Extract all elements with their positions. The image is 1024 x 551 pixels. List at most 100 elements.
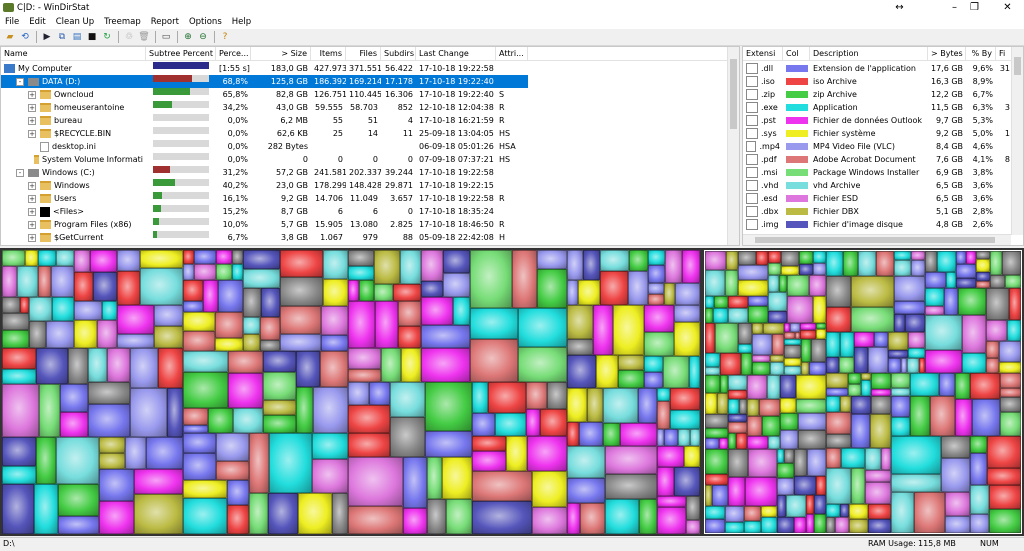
treemap-tile[interactable] — [759, 399, 780, 416]
treemap-tile[interactable] — [705, 519, 725, 533]
expand-icon[interactable]: + — [28, 181, 36, 190]
treemap-tile[interactable] — [567, 388, 587, 422]
treemap-tile[interactable] — [25, 250, 38, 266]
col-description[interactable]: Description — [810, 47, 928, 61]
treemap-tile[interactable] — [472, 436, 506, 451]
treemap-tile[interactable] — [801, 339, 811, 362]
treemap-tile[interactable] — [738, 344, 752, 353]
treemap-tile[interactable] — [146, 437, 183, 469]
treemap-tile[interactable] — [752, 323, 763, 334]
treemap-tile[interactable] — [58, 484, 99, 516]
treemap-tile[interactable] — [2, 384, 39, 437]
treemap-tile[interactable] — [216, 264, 232, 280]
col-color[interactable]: Col — [783, 47, 810, 61]
treemap-tile[interactable] — [970, 436, 987, 453]
treemap-tile[interactable] — [280, 250, 323, 277]
expand-icon[interactable]: + — [28, 220, 36, 229]
treemap-tile[interactable] — [34, 484, 58, 534]
treemap-tile[interactable] — [944, 288, 958, 315]
treemap-tile[interactable] — [537, 250, 567, 269]
menu-treemap[interactable]: Treemap — [99, 17, 146, 27]
treemap-tile[interactable] — [744, 521, 761, 533]
treemap-tile[interactable] — [861, 373, 871, 380]
treemap-tile[interactable] — [216, 433, 249, 461]
expand-icon[interactable]: + — [28, 90, 36, 99]
treemap-tile[interactable] — [946, 272, 956, 288]
treemap-tile[interactable] — [348, 369, 381, 382]
treemap-tile[interactable] — [891, 373, 910, 388]
expand-icon[interactable]: + — [28, 207, 36, 216]
ext-row[interactable]: .zip zip Archive 12,2 GB 6,7% — [743, 88, 1013, 101]
ext-row[interactable]: .esd Fichier ESD 6,5 GB 3,6% — [743, 192, 1013, 205]
treemap-tile[interactable] — [888, 358, 901, 373]
tree-row[interactable]: + $RECYCLE.BIN 0,0% 62,6 KB 25 14 11 25-09-18 1… — [1, 127, 528, 140]
treemap-tile[interactable] — [990, 275, 1005, 288]
treemap-tile[interactable] — [260, 340, 280, 351]
treemap-tile[interactable] — [891, 388, 910, 396]
treemap-tile[interactable] — [2, 330, 29, 348]
treemap-tile[interactable] — [801, 362, 809, 375]
treemap-tile[interactable] — [1002, 251, 1021, 275]
expand-icon[interactable]: + — [28, 194, 36, 203]
treemap-tile[interactable] — [826, 434, 851, 448]
treemap-tile[interactable] — [215, 312, 243, 338]
treemap-tile[interactable] — [488, 382, 526, 413]
treemap-tile[interactable] — [506, 436, 527, 471]
treemap-tile[interactable] — [567, 250, 583, 280]
treemap-tile[interactable] — [263, 351, 296, 372]
treemap-tile[interactable] — [780, 375, 796, 398]
tree-row[interactable]: System Volume Informati 0,0% 0 0 0 0 07-09-18 … — [1, 153, 528, 166]
treemap-tile[interactable] — [117, 250, 140, 271]
menu-report[interactable]: Report — [146, 17, 184, 27]
treemap-tile[interactable] — [375, 301, 398, 348]
treemap-tile[interactable] — [183, 351, 228, 372]
treemap-tile[interactable] — [767, 375, 780, 399]
treemap-tile[interactable] — [748, 296, 768, 306]
ext-hscroll-thumb[interactable] — [755, 237, 995, 243]
treemap-tile[interactable] — [583, 250, 600, 280]
treemap-tile[interactable] — [648, 283, 664, 294]
treemap-tile[interactable] — [814, 514, 826, 533]
treemap-tile[interactable] — [321, 306, 348, 335]
treemap-tile[interactable] — [512, 250, 537, 308]
treemap-tile[interactable] — [986, 341, 999, 358]
treemap-tile[interactable] — [374, 284, 393, 301]
treemap-tile[interactable] — [990, 251, 1002, 275]
treemap-tile[interactable] — [421, 348, 470, 382]
treemap-tile[interactable] — [986, 288, 1009, 320]
treemap-tile[interactable] — [183, 312, 215, 331]
treemap-tile[interactable] — [705, 428, 728, 438]
treemap-tile[interactable] — [768, 251, 781, 263]
treemap-tile[interactable] — [472, 382, 488, 413]
treemap-tile[interactable] — [684, 446, 700, 467]
treemap-tile[interactable] — [705, 474, 728, 485]
treemap-tile[interactable] — [956, 264, 976, 278]
treemap-tile[interactable] — [99, 437, 125, 453]
ext-row[interactable]: .dll Extension de l'application 17,6 GB 9,6… — [743, 62, 1013, 75]
treemap-tile[interactable] — [976, 281, 990, 288]
treemap-tile[interactable] — [60, 412, 88, 437]
treemap-tile[interactable] — [962, 315, 986, 353]
treemap-tile[interactable] — [813, 251, 826, 263]
treemap-tile[interactable] — [891, 492, 914, 533]
treemap-tile[interactable] — [894, 276, 925, 301]
treemap-tile[interactable] — [657, 401, 670, 429]
treemap-tile[interactable] — [714, 296, 728, 308]
treemap-tile[interactable] — [117, 271, 140, 305]
treemap-tile[interactable] — [999, 362, 1021, 373]
treemap-tile[interactable] — [313, 387, 348, 433]
treemap-tile[interactable] — [958, 288, 986, 315]
treemap-tile[interactable] — [826, 504, 840, 517]
tree-row[interactable]: + Users 16,1% 9,2 GB 14.706 11.049 3.657 17-10-… — [1, 192, 528, 205]
treemap-tile[interactable] — [784, 345, 801, 358]
treemap-tile[interactable] — [849, 504, 868, 519]
treemap-tile[interactable] — [728, 308, 748, 323]
treemap-tile[interactable] — [768, 311, 787, 323]
treemap-tile[interactable] — [826, 373, 848, 388]
treemap-tile[interactable] — [648, 250, 665, 265]
treemap-tile[interactable] — [690, 429, 700, 446]
treemap-tile[interactable] — [183, 433, 216, 453]
treemap-tile[interactable] — [216, 461, 249, 480]
treemap-tile[interactable] — [470, 308, 518, 339]
treemap-tile[interactable] — [194, 250, 216, 264]
